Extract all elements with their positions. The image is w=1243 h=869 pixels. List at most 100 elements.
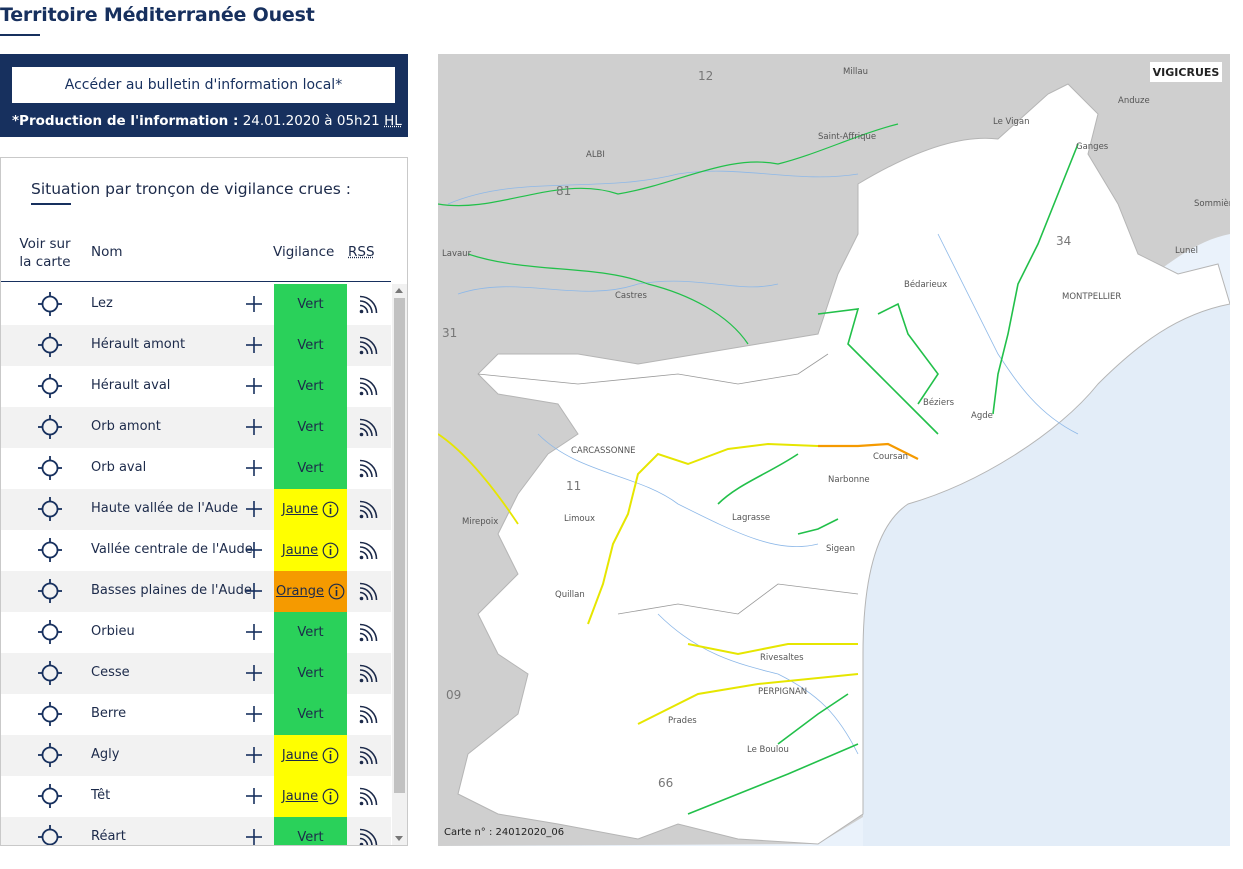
bulletin-link-button[interactable]: Accéder au bulletin d'information local* — [12, 67, 395, 103]
dept-label-11: 11 — [566, 479, 582, 493]
vigilance-level-label: Vert — [297, 297, 324, 312]
rss-feed-icon[interactable] — [358, 623, 378, 643]
vigilance-level-cell[interactable]: Jaune — [274, 776, 347, 817]
plus-icon[interactable] — [245, 705, 263, 723]
city-sigean: Sigean — [826, 544, 855, 554]
crosshair-target-icon[interactable] — [37, 660, 63, 686]
plus-icon[interactable] — [245, 500, 263, 518]
crosshair-target-icon[interactable] — [37, 619, 63, 645]
city-carcassonne: CARCASSONNE — [571, 446, 636, 456]
rss-feed-icon[interactable] — [358, 418, 378, 438]
vigilance-level-cell[interactable]: Jaune — [274, 530, 347, 571]
vigilance-level-label: Vert — [297, 625, 324, 640]
rss-feed-icon[interactable] — [358, 500, 378, 520]
section-row: Orbieu Vert — [1, 612, 391, 653]
rss-feed-icon[interactable] — [358, 746, 378, 766]
vigilance-map[interactable]: 12 81 34 31 11 09 66 Millau Anduze Le Vi… — [438, 54, 1230, 846]
section-name: Cesse — [91, 665, 130, 680]
plus-icon[interactable] — [245, 582, 263, 600]
crosshair-target-icon[interactable] — [37, 496, 63, 522]
city-beziers: Béziers — [923, 398, 955, 408]
crosshair-target-icon[interactable] — [37, 742, 63, 768]
crosshair-target-icon[interactable] — [37, 414, 63, 440]
vigilance-level-label[interactable]: Jaune — [282, 502, 318, 517]
plus-icon[interactable] — [245, 787, 263, 805]
crosshair-target-icon[interactable] — [37, 373, 63, 399]
info-circle-icon[interactable] — [322, 788, 339, 805]
map-number: Carte n° : 24012020_06 — [444, 827, 565, 838]
vigilance-level-cell[interactable]: Orange — [274, 571, 347, 612]
vigilance-level-label: Vert — [297, 707, 324, 722]
plus-icon[interactable] — [245, 418, 263, 436]
info-box: Accéder au bulletin d'information local*… — [0, 54, 408, 137]
info-circle-icon[interactable] — [322, 542, 339, 559]
rss-feed-icon[interactable] — [358, 705, 378, 725]
plus-icon[interactable] — [245, 295, 263, 313]
rss-feed-icon[interactable] — [358, 828, 378, 845]
plus-icon[interactable] — [245, 664, 263, 682]
vigilance-level-label[interactable]: Orange — [276, 584, 324, 599]
vigilance-level-cell[interactable]: Jaune — [274, 735, 347, 776]
plus-icon[interactable] — [245, 336, 263, 354]
vigilance-level-label: Vert — [297, 461, 324, 476]
rss-feed-icon[interactable] — [358, 582, 378, 602]
city-anduze: Anduze — [1118, 96, 1150, 106]
crosshair-target-icon[interactable] — [37, 537, 63, 563]
crosshair-target-icon[interactable] — [37, 291, 63, 317]
section-row: Orb amont Vert — [1, 407, 391, 448]
plus-icon[interactable] — [245, 746, 263, 764]
city-coursan: Coursan — [873, 452, 909, 462]
plus-icon[interactable] — [245, 828, 263, 845]
crosshair-target-icon[interactable] — [37, 578, 63, 604]
section-name: Orb amont — [91, 419, 161, 434]
vigilance-level-cell: Vert — [274, 284, 347, 325]
section-row: Orb aval Vert — [1, 448, 391, 489]
rss-feed-icon[interactable] — [358, 787, 378, 807]
title-underline — [0, 34, 40, 36]
plus-icon[interactable] — [245, 459, 263, 477]
dept-label-09: 09 — [446, 688, 462, 702]
section-row: Agly Jaune — [1, 735, 391, 776]
info-circle-icon[interactable] — [328, 583, 345, 600]
city-albi: ALBI — [586, 150, 605, 160]
vigilance-level-label[interactable]: Jaune — [282, 789, 318, 804]
section-name: Vallée centrale de l'Aude — [91, 542, 253, 557]
vigilance-level-label: Vert — [297, 830, 324, 845]
map-graphic[interactable] — [438, 54, 1230, 846]
vigilance-level-label: Vert — [297, 666, 324, 681]
crosshair-target-icon[interactable] — [37, 701, 63, 727]
section-row: Hérault aval Vert — [1, 366, 391, 407]
section-row: Têt Jaune — [1, 776, 391, 817]
vigilance-level-cell[interactable]: Jaune — [274, 489, 347, 530]
column-header-rss: RSS — [348, 244, 375, 260]
info-circle-icon[interactable] — [322, 747, 339, 764]
plus-icon[interactable] — [245, 377, 263, 395]
crosshair-target-icon[interactable] — [37, 783, 63, 809]
scroll-up-arrow-icon[interactable] — [395, 288, 403, 293]
vigilance-level-cell: Vert — [274, 325, 347, 366]
rss-feed-icon[interactable] — [358, 295, 378, 315]
city-mirepoix: Mirepoix — [462, 517, 499, 527]
dept-label-81: 81 — [556, 184, 572, 198]
city-perpignan: PERPIGNAN — [758, 687, 808, 697]
plus-icon[interactable] — [245, 541, 263, 559]
vigilance-level-label: Vert — [297, 420, 324, 435]
rss-feed-icon[interactable] — [358, 664, 378, 684]
crosshair-target-icon[interactable] — [37, 455, 63, 481]
section-name: Orb aval — [91, 460, 147, 475]
vigilance-level-label[interactable]: Jaune — [282, 748, 318, 763]
rss-feed-icon[interactable] — [358, 377, 378, 397]
info-circle-icon[interactable] — [322, 501, 339, 518]
crosshair-target-icon[interactable] — [37, 824, 63, 845]
plus-icon[interactable] — [245, 623, 263, 641]
scroll-thumb[interactable] — [394, 298, 405, 793]
rss-feed-icon[interactable] — [358, 336, 378, 356]
vigilance-level-label[interactable]: Jaune — [282, 543, 318, 558]
city-lunel: Lunel — [1175, 246, 1198, 256]
rss-feed-icon[interactable] — [358, 459, 378, 479]
scroll-down-arrow-icon[interactable] — [395, 836, 403, 841]
crosshair-target-icon[interactable] — [37, 332, 63, 358]
list-scrollbar[interactable] — [392, 284, 407, 845]
city-montpellier: MONTPELLIER — [1062, 292, 1122, 302]
rss-feed-icon[interactable] — [358, 541, 378, 561]
